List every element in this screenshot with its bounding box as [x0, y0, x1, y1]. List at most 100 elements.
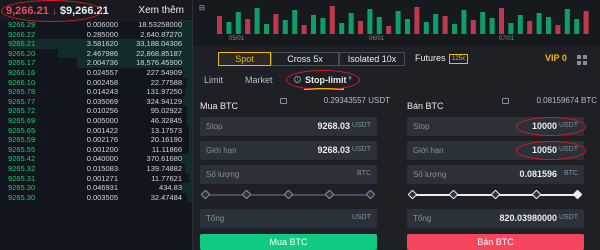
chart-candle: [273, 14, 279, 34]
chart-candle: [245, 19, 251, 34]
row-total: 95.02922: [150, 106, 182, 116]
grid-menu-icon[interactable]: [577, 55, 587, 65]
row-total: 46.32845: [150, 115, 182, 125]
chart-controls-icon[interactable]: ⊟: [199, 4, 205, 12]
slider-step-0[interactable]: [407, 189, 418, 200]
slider-step-25[interactable]: [448, 189, 459, 200]
sell-amount-value[interactable]: 0.081596: [519, 169, 557, 179]
row-amount: 2.467986: [86, 48, 118, 58]
order-book-row[interactable]: 9265.31 0.001271 11.77621: [0, 173, 192, 184]
order-book-row[interactable]: 9266.29 0.006000 18.53258000: [0, 20, 192, 30]
order-book-row[interactable]: 9265.32 0.015083 139.74882: [0, 163, 192, 174]
slider-step-75[interactable]: [531, 189, 542, 200]
buy-amount-field[interactable]: Số lượng BTC: [200, 165, 377, 184]
row-price: 9265.77: [8, 96, 36, 106]
buy-total-field[interactable]: Tổng USDT: [200, 209, 377, 228]
caret-down-icon[interactable]: ▼: [347, 76, 353, 82]
tab-stop-limit[interactable]: Stop-limit: [305, 75, 347, 85]
row-price: 9265.55: [8, 144, 36, 154]
vip-level[interactable]: VIP 0: [545, 53, 567, 63]
buy-button[interactable]: Mua BTC: [200, 234, 377, 250]
order-book-row[interactable]: 9266.17 2.004736 18,576.45900: [0, 58, 192, 68]
chart-candle: [564, 9, 570, 34]
order-book-row[interactable]: 9266.16 0.024557 227.54909: [0, 67, 192, 78]
order-book-row[interactable]: 9265.72 0.010256 95.02922: [0, 106, 192, 116]
order-book-row[interactable]: 9266.10 0.002458 22.77588: [0, 77, 192, 88]
order-book-row[interactable]: 9265.65 0.001422 13.17573: [0, 125, 192, 136]
order-book-row[interactable]: 9265.59 0.002176 20.16190: [0, 135, 192, 145]
sell-button[interactable]: Bán BTC: [407, 234, 584, 250]
row-amount: 0.006000: [86, 20, 118, 29]
order-book-row[interactable]: 9265.55 0.001200 11.11866: [0, 144, 192, 155]
sell-total-unit: USDT: [558, 214, 578, 221]
row-price: 9265.30: [8, 192, 36, 202]
wallet-icon: [280, 98, 287, 104]
order-book-row[interactable]: 9266.21 3.581620 33,188.04306: [0, 39, 192, 49]
row-total: 11.11866: [151, 144, 182, 154]
chart-candle: [329, 6, 335, 34]
slider-step-25[interactable]: [241, 189, 252, 200]
chart-candle: [311, 15, 316, 34]
sell-limit-value[interactable]: 10050: [532, 145, 557, 155]
buy-amount-slider[interactable]: [200, 189, 376, 200]
order-book-row[interactable]: 9266.22 0.285000 2,640.87270: [0, 29, 192, 40]
buy-balance: 0.29343557 USDT: [323, 96, 390, 105]
chart-candle: [217, 16, 222, 34]
chart-candle: [386, 26, 392, 34]
row-price: 9265.78: [8, 87, 36, 97]
buy-limit-value[interactable]: 9268.03: [317, 145, 350, 155]
buy-stop-field[interactable]: Stop 9268.03 USDT: [200, 117, 377, 136]
order-book-row[interactable]: 9265.77 0.035069 324.94129: [0, 96, 192, 107]
tab-limit[interactable]: Limit: [204, 75, 223, 85]
buy-title: Mua BTC: [200, 101, 239, 111]
order-book: 9,266.21 ↓ $9,266.21 Xem thêm 9266.29 0.0…: [0, 0, 193, 250]
slider-step-100[interactable]: [365, 189, 376, 200]
chart-candle: [423, 22, 429, 34]
chart-candle: [376, 17, 382, 34]
order-book-row[interactable]: 9265.30 0.003505 32.47484: [0, 192, 192, 203]
info-icon[interactable]: i: [294, 76, 301, 83]
tab-isolated-margin[interactable]: Isolated 10x: [339, 52, 405, 66]
slider-step-50[interactable]: [283, 189, 294, 200]
trade-mode-bar: Spot Cross 5x Isolated 10x Futures 125x …: [193, 52, 600, 68]
order-book-row[interactable]: 9266.20 2.467986 22,868.85187: [0, 48, 192, 59]
order-book-row[interactable]: 9265.30 0.046931 434.83: [0, 183, 192, 193]
chart-candle: [320, 18, 326, 34]
row-amount: 0.014243: [86, 87, 118, 97]
buy-limit-field[interactable]: Giới hạn 9268.03 USDT: [200, 141, 377, 160]
chart-candle: [282, 20, 288, 34]
row-amount: 0.046931: [86, 183, 118, 193]
order-book-row[interactable]: 9265.78 0.014243 131.97250: [0, 87, 192, 97]
chart-candle: [348, 13, 354, 34]
slider-step-50[interactable]: [490, 189, 501, 200]
price-chart[interactable]: ⊟ 05/01 06/01 07/01: [193, 0, 600, 46]
chart-candle: [264, 24, 269, 34]
see-more-link[interactable]: Xem thêm: [138, 5, 184, 16]
sell-stop-field[interactable]: Stop 10000 USDT: [407, 117, 584, 136]
tab-futures[interactable]: Futures: [415, 53, 446, 63]
chart-candle: [254, 8, 260, 34]
futures-leverage-badge: 125x: [449, 54, 469, 64]
chart-candle: [508, 23, 514, 34]
slider-step-75[interactable]: [324, 189, 335, 200]
tab-market[interactable]: Market: [245, 75, 273, 85]
order-book-row[interactable]: 9265.42 0.040000 370.61680: [0, 154, 192, 164]
slider-step-0[interactable]: [200, 189, 211, 200]
buy-stop-value[interactable]: 9268.03: [317, 121, 350, 131]
sell-limit-field[interactable]: Giới hạn 10050 USDT: [407, 141, 584, 160]
tab-cross-margin[interactable]: Cross 5x: [271, 52, 339, 66]
sell-total-field[interactable]: Tổng 820.03980000 USDT: [407, 209, 584, 228]
row-total: 370.61680: [146, 154, 182, 164]
sell-title: Bán BTC: [407, 101, 444, 111]
sell-amount-slider[interactable]: [407, 189, 583, 200]
chart-candle: [489, 18, 495, 34]
order-book-row[interactable]: 9265.69 0.005000 46.32845: [0, 115, 192, 126]
buy-stop-unit: USDT: [351, 122, 371, 129]
ticker-bar: 9,266.21 ↓ $9,266.21 Xem thêm: [0, 0, 192, 22]
slider-step-100[interactable]: [572, 189, 583, 200]
sell-amount-field[interactable]: Số lượng 0.081596 BTC: [407, 165, 584, 184]
sell-stop-value[interactable]: 10000: [532, 121, 557, 131]
last-price-usd: $9,266.21: [59, 5, 109, 17]
sell-total-value[interactable]: 820.03980000: [499, 213, 557, 223]
tab-spot[interactable]: Spot: [218, 52, 271, 66]
